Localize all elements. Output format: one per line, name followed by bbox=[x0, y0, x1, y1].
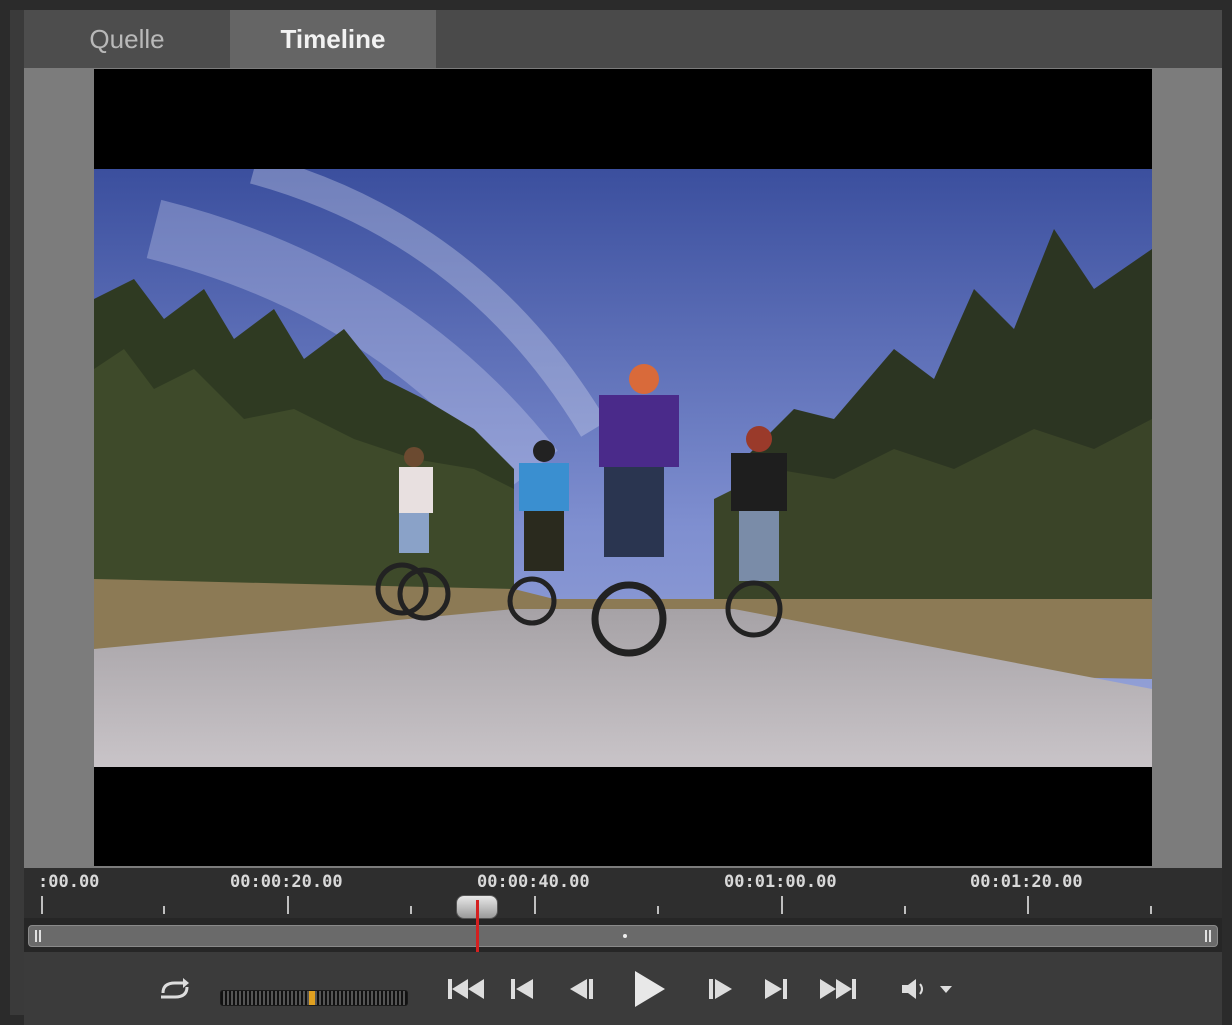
major-tick bbox=[287, 896, 289, 914]
chevron-down-icon[interactable] bbox=[934, 952, 958, 1025]
scrub-bar-track[interactable] bbox=[28, 925, 1218, 947]
minor-tick bbox=[163, 906, 165, 914]
in-point-handle[interactable] bbox=[35, 930, 41, 942]
video-frame-image bbox=[94, 169, 1152, 767]
preview-monitor bbox=[24, 68, 1222, 868]
center-marker bbox=[623, 934, 627, 938]
out-point-handle[interactable] bbox=[1205, 930, 1211, 942]
playhead-line bbox=[476, 900, 479, 958]
shuttle-slider[interactable] bbox=[220, 990, 408, 1006]
major-tick bbox=[1027, 896, 1029, 914]
step-forward-icon[interactable] bbox=[700, 952, 740, 1025]
previous-edit-icon[interactable] bbox=[502, 952, 542, 1025]
volume-icon[interactable] bbox=[894, 952, 934, 1025]
shuttle-indicator bbox=[309, 991, 315, 1005]
go-to-start-icon[interactable] bbox=[442, 952, 492, 1025]
tick-label: 00:01:20.00 bbox=[970, 872, 1083, 892]
tab-quelle[interactable]: Quelle bbox=[24, 10, 230, 68]
loop-icon[interactable] bbox=[150, 952, 200, 1025]
tick-label: 00:00:40.00 bbox=[477, 872, 590, 892]
major-tick bbox=[781, 896, 783, 914]
minor-tick bbox=[410, 906, 412, 914]
transport-controls bbox=[24, 952, 1222, 1025]
major-tick bbox=[41, 896, 43, 914]
tick-label: :00.00 bbox=[38, 872, 100, 892]
video-frame bbox=[94, 69, 1152, 866]
major-tick bbox=[534, 896, 536, 914]
step-back-icon[interactable] bbox=[562, 952, 602, 1025]
next-edit-icon[interactable] bbox=[756, 952, 796, 1025]
minor-tick bbox=[1150, 906, 1152, 914]
timeline-ruler[interactable]: :00.00 00:00:20.00 00:00:40.00 00:01:00.… bbox=[24, 868, 1222, 918]
scrub-bar[interactable] bbox=[24, 918, 1222, 952]
play-icon[interactable] bbox=[624, 952, 674, 1025]
tab-timeline[interactable]: Timeline bbox=[230, 10, 436, 68]
video-preview-panel: Quelle Timeline:00.00 00:00:20.00 00:00… bbox=[10, 10, 1222, 1025]
go-to-end-icon[interactable] bbox=[812, 952, 862, 1025]
minor-tick bbox=[904, 906, 906, 914]
tick-label: 00:00:20.00 bbox=[230, 872, 343, 892]
minor-tick bbox=[657, 906, 659, 914]
tick-label: 00:01:00.00 bbox=[724, 872, 837, 892]
tab-bar: Quelle Timeline bbox=[24, 10, 1222, 69]
